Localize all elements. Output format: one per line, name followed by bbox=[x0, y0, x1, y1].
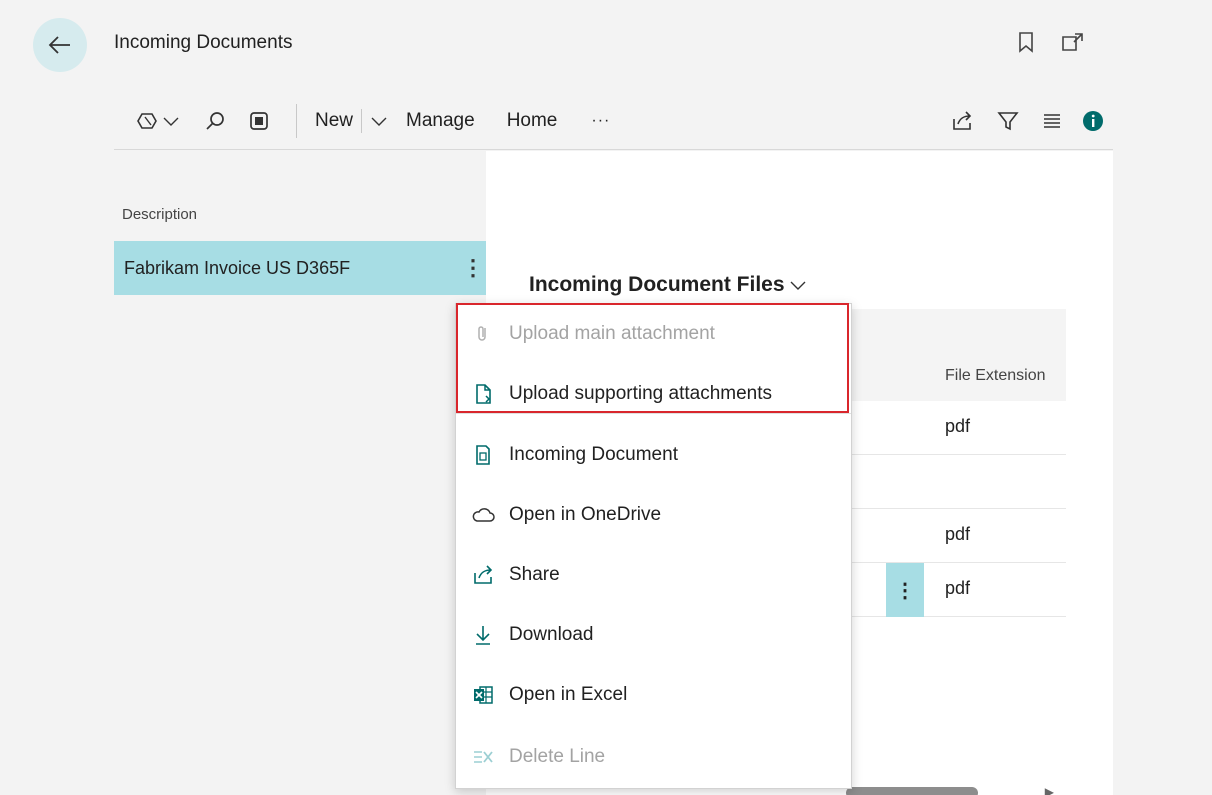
arrow-left-icon bbox=[48, 36, 70, 54]
menu-divider bbox=[456, 413, 851, 414]
menu-item-label: Incoming Document bbox=[509, 444, 678, 465]
menu-item-delete-line[interactable]: Delete Line bbox=[456, 727, 851, 787]
menu-item-label: Download bbox=[509, 624, 594, 645]
document-icon bbox=[470, 442, 496, 468]
split-divider bbox=[361, 108, 363, 133]
share-icon bbox=[470, 562, 496, 588]
table-row[interactable]: Fabrikam Invoice US D365F ⋮ bbox=[114, 241, 486, 295]
home-tab[interactable]: Home bbox=[507, 92, 558, 150]
delete-line-icon bbox=[470, 744, 496, 770]
page-title: Incoming Documents bbox=[114, 32, 293, 53]
file-extension-cell: pdf bbox=[945, 524, 971, 544]
description-column-header[interactable]: Description bbox=[122, 206, 197, 223]
highlight-box bbox=[456, 303, 849, 413]
info-button[interactable] bbox=[1073, 92, 1113, 150]
description-cell[interactable]: Fabrikam Invoice US D365F bbox=[124, 258, 350, 279]
scrollbar-thumb[interactable] bbox=[846, 787, 978, 795]
menu-item-open-in-excel[interactable]: Open in Excel bbox=[456, 665, 851, 725]
excel-icon bbox=[470, 682, 496, 708]
factbox-title[interactable]: Incoming Document Files bbox=[529, 273, 807, 297]
new-button-label: New bbox=[315, 109, 354, 131]
file-extension-column-header[interactable]: File Extension bbox=[945, 367, 1046, 385]
chevron-down-icon bbox=[790, 281, 806, 290]
menu-item-open-in-onedrive[interactable]: Open in OneDrive bbox=[456, 485, 851, 545]
menu-item-share[interactable]: Share bbox=[456, 545, 851, 605]
more-actions-button[interactable]: ··· bbox=[591, 92, 610, 150]
menu-item-label: Open in Excel bbox=[509, 684, 628, 705]
row-menu-button[interactable]: ⋮ bbox=[460, 241, 486, 295]
menu-item-label: Delete Line bbox=[509, 746, 606, 767]
factbox-title-text: Incoming Document Files bbox=[529, 273, 785, 296]
document-list: Description Fabrikam Invoice US D365F ⋮ bbox=[114, 151, 486, 795]
page-header: Incoming Documents bbox=[0, 0, 1212, 92]
file-extension-cell: pdf bbox=[945, 578, 971, 598]
search-icon bbox=[206, 111, 224, 130]
menu-item-label: Open in OneDrive bbox=[509, 504, 662, 525]
copilot-icon bbox=[137, 112, 157, 129]
chevron-down-icon bbox=[163, 117, 179, 126]
new-button[interactable]: New bbox=[315, 92, 353, 150]
menu-item-label: Share bbox=[509, 564, 560, 585]
list-view-button[interactable] bbox=[1031, 92, 1073, 150]
filter-button[interactable] bbox=[985, 92, 1031, 150]
download-icon bbox=[470, 622, 496, 648]
edit-list-icon bbox=[250, 111, 268, 130]
cloud-icon bbox=[470, 502, 496, 528]
scroll-right-arrow-icon[interactable]: ▶ bbox=[1045, 785, 1054, 795]
share-button[interactable] bbox=[939, 92, 985, 150]
search-button[interactable] bbox=[204, 92, 226, 150]
share-icon bbox=[953, 110, 972, 130]
row-menu-button[interactable]: ⋮ bbox=[886, 563, 924, 617]
new-dropdown-button[interactable] bbox=[361, 92, 388, 150]
menu-item-incoming-document[interactable]: Incoming Document bbox=[456, 425, 851, 485]
open-in-new-window-icon[interactable] bbox=[1060, 30, 1086, 54]
copilot-button[interactable] bbox=[136, 92, 180, 150]
manage-tab[interactable]: Manage bbox=[406, 92, 475, 150]
filter-icon bbox=[997, 111, 1019, 130]
chevron-down-icon bbox=[371, 117, 387, 126]
file-extension-cell: pdf bbox=[945, 416, 971, 436]
info-icon bbox=[1083, 110, 1103, 131]
horizontal-scrollbar[interactable]: ▶ bbox=[846, 783, 1066, 795]
menu-item-download[interactable]: Download bbox=[456, 605, 851, 665]
bookmark-icon[interactable] bbox=[1015, 30, 1037, 54]
back-button[interactable] bbox=[33, 18, 87, 72]
action-toolbar: New Manage Home ··· bbox=[114, 92, 1113, 150]
edit-list-button[interactable] bbox=[248, 92, 270, 150]
toolbar-divider bbox=[296, 103, 297, 138]
list-view-icon bbox=[1044, 113, 1060, 128]
